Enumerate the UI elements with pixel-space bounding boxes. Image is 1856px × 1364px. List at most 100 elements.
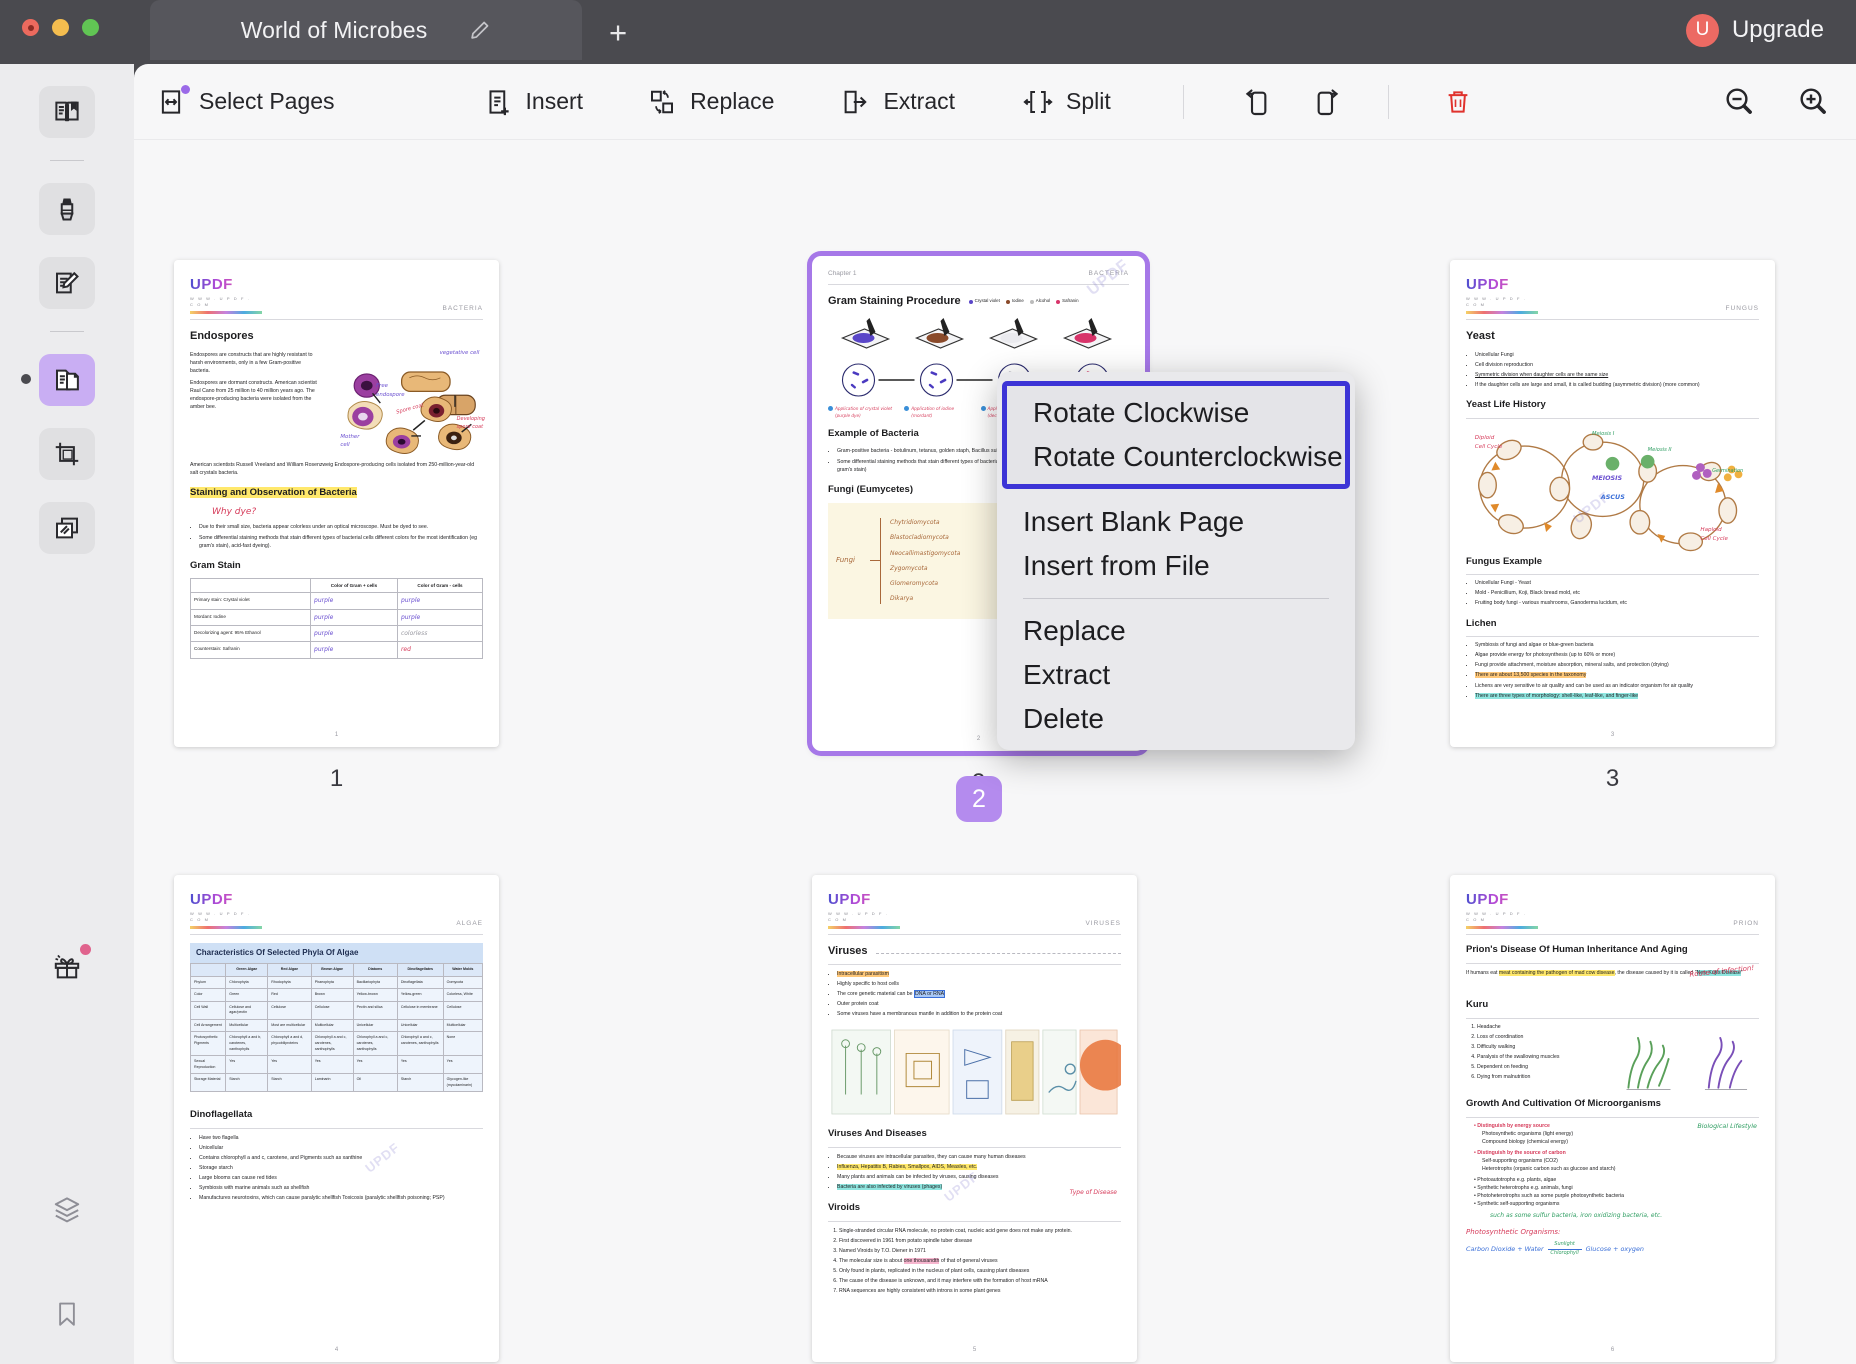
p4-r3c1: Multicellular <box>225 1018 269 1033</box>
rotate-left-button[interactable] <box>1240 86 1272 118</box>
p4-r1c5: Yellow-green <box>396 988 444 1002</box>
updf-logo-1: UPDF <box>190 273 252 296</box>
context-menu-item-insert-from-file[interactable]: Insert from File <box>997 544 1355 588</box>
sidebar-item-batch-tools[interactable] <box>39 502 95 554</box>
context-menu-item-insert-blank-page[interactable]: Insert Blank Page <box>997 500 1355 544</box>
crop-icon <box>55 442 79 466</box>
p4-r3c4: Unicellular <box>352 1018 398 1033</box>
replace-button[interactable]: Replace <box>647 87 774 117</box>
sidebar-item-edit-pdf[interactable] <box>39 257 95 309</box>
p4-r6c1: Starch <box>225 1073 269 1093</box>
p5-b2-1: Influenza, Hepatitis B, Rabies, Smallpox… <box>837 1163 978 1170</box>
page-section2-1: Staining and Observation of Bacteria <box>190 486 357 498</box>
active-indicator-dot <box>21 374 31 384</box>
p4-r2c2: Cellulose <box>267 1000 312 1020</box>
pencil-icon[interactable] <box>469 19 491 41</box>
page-footer-number-6: 6 <box>1610 1346 1615 1353</box>
p4-r0c1: Chlorophyta <box>225 975 269 990</box>
p4-b-4: Large blooms can cause red tides <box>199 1174 483 1182</box>
page-thumbnail-5[interactable]: UPDF W W W . U P D F . C O M VIRUSES Vir… <box>812 875 1137 1362</box>
sidebar-divider-2 <box>50 331 84 332</box>
p5-b-2a: The core genetic material can be <box>837 990 914 997</box>
p4-r6c2: Starch <box>267 1073 312 1093</box>
close-button[interactable] <box>22 19 39 36</box>
p5-b-0: Intracellular parasitism <box>837 970 889 977</box>
insert-button[interactable]: Insert <box>483 87 583 117</box>
page3-bullet-0: Unicellular Fungi <box>1475 351 1759 359</box>
p4-r3c0: Cell Arrangement <box>189 1018 227 1033</box>
p5-n-5: The cause of the disease is unknown, and… <box>839 1277 1121 1285</box>
select-pages-icon <box>156 84 190 117</box>
page-thumbnail-4[interactable]: UPDF W W W . U P D F . C O M ALGAE Chara… <box>174 875 499 1362</box>
page-footer-number-3: 3 <box>1610 731 1615 738</box>
sidebar-item-annotate[interactable] <box>39 183 95 235</box>
p5-n-4: Only found in plants, replicated in the … <box>839 1267 1121 1275</box>
sidebar-item-layers[interactable] <box>39 1184 95 1236</box>
context-menu-item-extract[interactable]: Extract <box>997 653 1355 697</box>
p4-b-5: Symbiosis with marine animals such as sh… <box>199 1184 483 1192</box>
document-tab-title: World of Microbes <box>240 16 428 43</box>
context-menu-item-replace[interactable]: Replace <box>997 609 1355 653</box>
page-bullet-1-0: Due to their small size, bacteria appear… <box>199 523 483 531</box>
p6-annot-3: Carbon Dioxide + Water <box>1466 1244 1544 1253</box>
context-menu-item-rotate-clockwise[interactable]: Rotate Clockwise <box>1007 391 1345 435</box>
page-organize-icon <box>56 369 79 391</box>
sidebar-item-gift[interactable] <box>39 940 95 992</box>
page-thumbnail-3[interactable]: UPDF W W W . U P D F . C O M FUNGUS Yeas… <box>1450 260 1775 747</box>
page-section4-3: Lichen <box>1466 617 1497 629</box>
toolbar-divider-2 <box>1387 84 1389 119</box>
th-1-0 <box>189 578 312 594</box>
page-footer-number-1: 1 <box>334 731 339 738</box>
upgrade-button[interactable]: U Upgrade <box>1672 8 1838 52</box>
upgrade-label: Upgrade <box>1731 16 1824 43</box>
stack-pages-icon <box>56 517 78 539</box>
context-menu-item-delete[interactable]: Delete <box>997 697 1355 741</box>
page-content-5: UPDF W W W . U P D F . C O M VIRUSES Vir… <box>812 875 1137 1362</box>
title-bar: World of Microbes + U Upgrade <box>0 0 1856 64</box>
maximize-button[interactable] <box>82 19 99 36</box>
p4-th-3: Brown Algae <box>310 963 354 977</box>
zoom-in-button[interactable] <box>1796 84 1830 118</box>
p4-r5c3: Yes <box>310 1055 354 1075</box>
annot-1-0: vegetative cell <box>439 349 480 356</box>
page-context-menu[interactable]: Rotate Clockwise Rotate Counterclockwise… <box>997 372 1355 750</box>
td-1-0-0: Primary stain: Crystal violet <box>189 592 312 610</box>
extract-label: Extract <box>883 88 956 114</box>
document-tab[interactable]: World of Microbes <box>150 0 582 60</box>
td-1-1-2: purple <box>396 608 484 627</box>
sidebar-item-organize-pages[interactable] <box>21 354 95 406</box>
sidebar-item-bookmark[interactable] <box>39 1288 95 1340</box>
updf-logo-5: UPDF <box>828 888 890 911</box>
p6-annot-5: Chlorophyll <box>1550 1250 1579 1257</box>
select-pages-button[interactable]: Select Pages <box>156 84 335 117</box>
legend-2-3: Safranin <box>1062 298 1079 304</box>
minimize-button[interactable] <box>52 19 69 36</box>
split-button[interactable]: Split <box>1023 87 1111 117</box>
tree-root-2: Fungi <box>836 556 856 565</box>
sidebar-item-crop-page[interactable] <box>39 428 95 480</box>
page-bullet-1-1: Some differential staining methods that … <box>199 534 483 550</box>
tree-item-2-1: Blastocladiomycota <box>890 534 949 542</box>
page-header-left-2: Chapter 1 <box>828 270 857 277</box>
updf-logo-4: UPDF <box>190 888 252 911</box>
page-thumbnail-1[interactable]: UPDF W W W . U P D F . C O M BACTERIA En… <box>174 260 499 747</box>
page-thumbnail-6[interactable]: UPDF W W W . U P D F . C O M PRION Prion… <box>1450 875 1775 1362</box>
new-tab-button[interactable]: + <box>600 14 636 50</box>
context-menu-item-rotate-counterclockwise[interactable]: Rotate Counterclockwise <box>1007 435 1345 479</box>
p4-r0c0: Phylum <box>189 975 227 990</box>
td-1-3-0: Counterstain: Safranin <box>189 641 312 659</box>
p5-b-3: Outer protein coat <box>837 1000 1121 1008</box>
zoom-out-button[interactable] <box>1722 84 1756 118</box>
page-cell-4: UPDF W W W . U P D F . C O M ALGAE Chara… <box>174 875 499 1364</box>
delete-pages-button[interactable] <box>1443 87 1473 117</box>
p4-b-2: Contains chlorophyll a and c, carotene, … <box>199 1154 483 1162</box>
table-row: Sexual Reproduction Yes Yes Yes Yes Yes Yes <box>189 1055 484 1075</box>
rotate-right-button[interactable] <box>1312 86 1344 118</box>
sidebar-item-reader-view[interactable] <box>39 86 95 138</box>
left-sidebar <box>0 64 134 1364</box>
window-controls <box>22 19 99 36</box>
td-1-3-2: red <box>396 641 484 659</box>
extract-button[interactable]: Extract <box>840 87 955 117</box>
step-2-1: Application of iodine (mordant) <box>911 406 955 418</box>
page3-b3-1: Mold - Penicillium, Koji, Black bread mo… <box>1475 589 1759 597</box>
